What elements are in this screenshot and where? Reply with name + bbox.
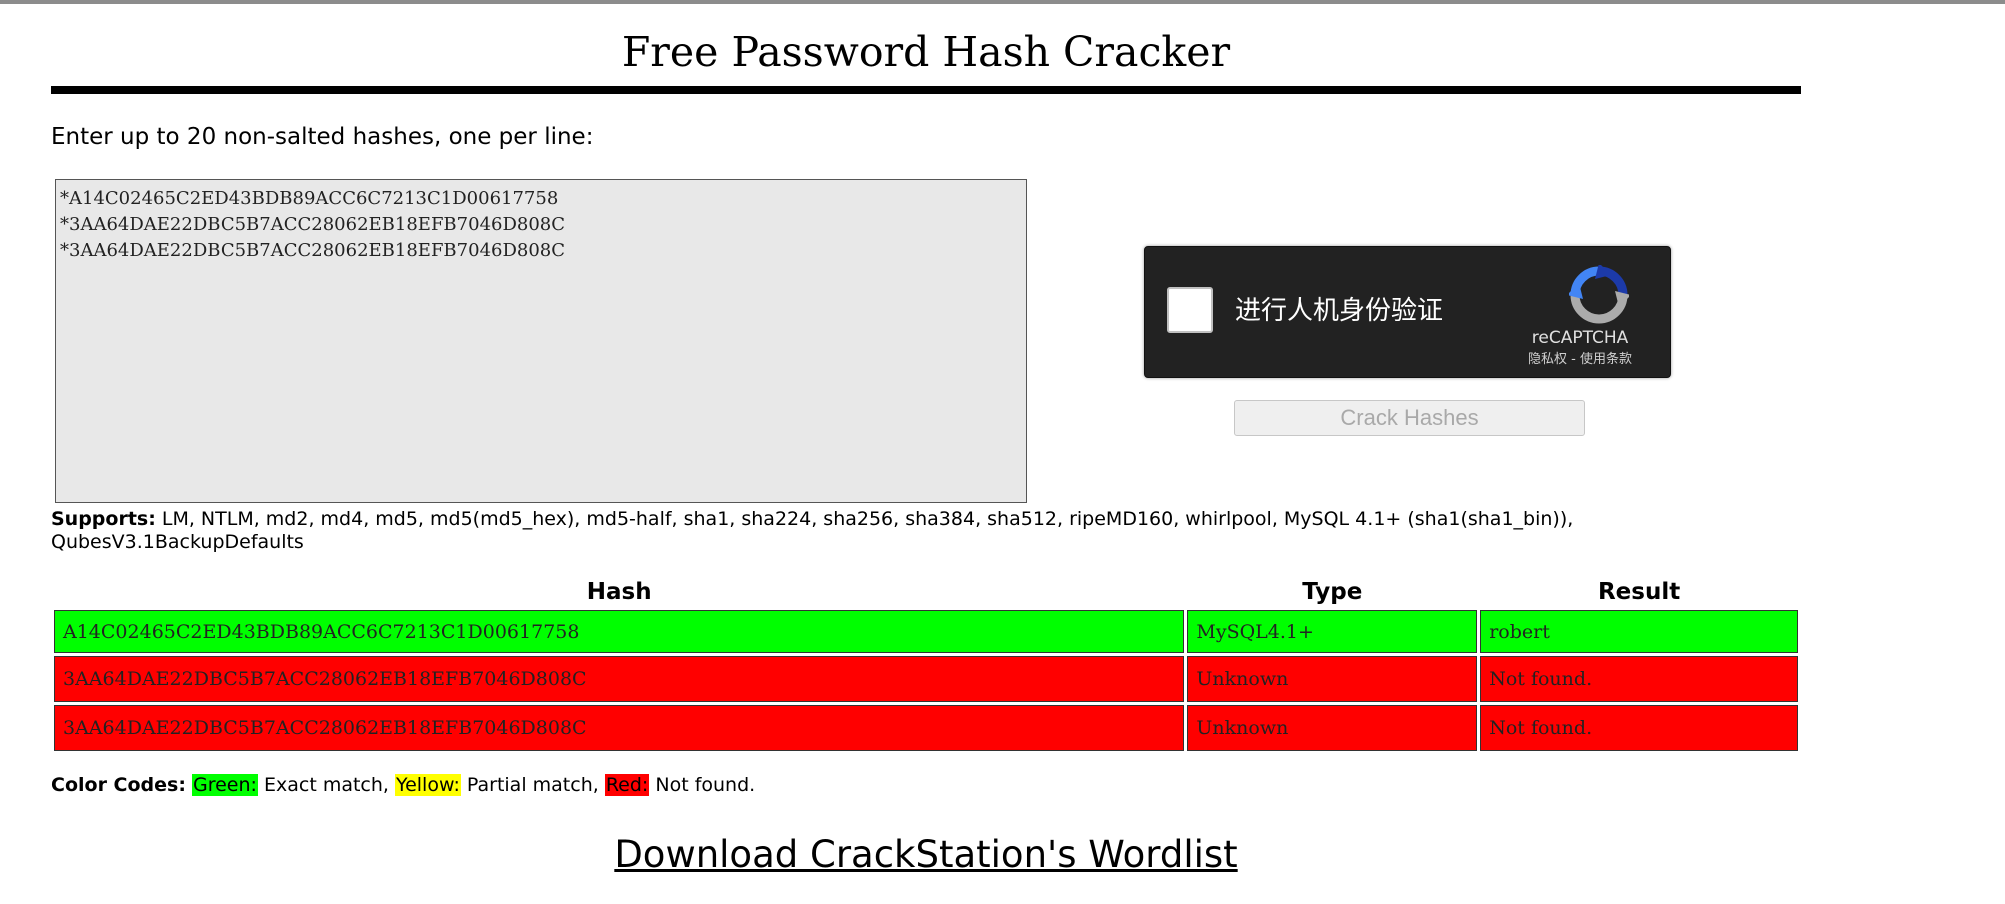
legend-label: Color Codes: (51, 774, 186, 796)
recaptcha-widget: 进行人机身份验证 reCAPTCHA 隐私权 - 使用条款 (1144, 246, 1671, 378)
recaptcha-checkbox[interactable] (1167, 287, 1213, 333)
legend-red-swatch: Red: (604, 774, 650, 796)
cell-type: Unknown (1187, 705, 1478, 751)
title-divider (51, 86, 1801, 94)
top-border (0, 0, 2005, 4)
cell-result: robert (1480, 610, 1798, 653)
recaptcha-label: 进行人机身份验证 (1235, 296, 1444, 326)
color-codes-legend: Color Codes: Green: Exact match, Yellow:… (51, 772, 755, 798)
cell-hash: A14C02465C2ED43BDB89ACC6C7213C1D00617758 (54, 610, 1185, 653)
legend-yellow-swatch: Yellow: (395, 774, 461, 796)
header-result: Result (1597, 579, 1681, 605)
header-type: Type (1302, 579, 1363, 605)
download-wordlist-link[interactable]: Download CrackStation's Wordlist (0, 830, 1852, 880)
supports-list: LM, NTLM, md2, md4, md5, md5(md5_hex), m… (51, 508, 1574, 553)
legend-red-text: Not found. (649, 774, 756, 796)
legend-yellow-text: Partial match, (460, 774, 605, 796)
header-hash: Hash (586, 579, 652, 605)
cell-type: MySQL4.1+ (1187, 610, 1478, 653)
cell-result: Not found. (1480, 656, 1798, 702)
results-table: Hash Type Result A14C02465C2ED43BDB89ACC… (51, 574, 1801, 754)
supported-algorithms: Supports: LM, NTLM, md2, md4, md5, md5(m… (51, 508, 1621, 554)
cell-hash: 3AA64DAE22DBC5B7ACC28062EB18EFB7046D808C (54, 656, 1185, 702)
instructions-text: Enter up to 20 non-salted hashes, one pe… (51, 124, 594, 150)
table-row: 3AA64DAE22DBC5B7ACC28062EB18EFB7046D808C… (54, 705, 1798, 751)
legend-green-text: Exact match, (257, 774, 395, 796)
table-row: 3AA64DAE22DBC5B7ACC28062EB18EFB7046D808C… (54, 656, 1798, 702)
legend-green-swatch: Green: (192, 774, 258, 796)
recaptcha-logo-icon (1569, 265, 1629, 324)
hash-input[interactable]: *A14C02465C2ED43BDB89ACC6C7213C1D0061775… (55, 179, 1027, 503)
recaptcha-links[interactable]: 隐私权 - 使用条款 (1505, 352, 1655, 368)
crack-hashes-button[interactable]: Crack Hashes (1234, 400, 1585, 436)
cell-type: Unknown (1187, 656, 1478, 702)
cell-hash: 3AA64DAE22DBC5B7ACC28062EB18EFB7046D808C (54, 705, 1185, 751)
supports-label: Supports: (51, 508, 156, 530)
cell-result: Not found. (1480, 705, 1798, 751)
results-header-row: Hash Type Result (54, 577, 1798, 607)
recaptcha-brand: reCAPTCHA (1531, 328, 1629, 348)
table-row: A14C02465C2ED43BDB89ACC6C7213C1D00617758… (54, 610, 1798, 653)
page-title: Free Password Hash Cracker (621, 28, 1231, 76)
